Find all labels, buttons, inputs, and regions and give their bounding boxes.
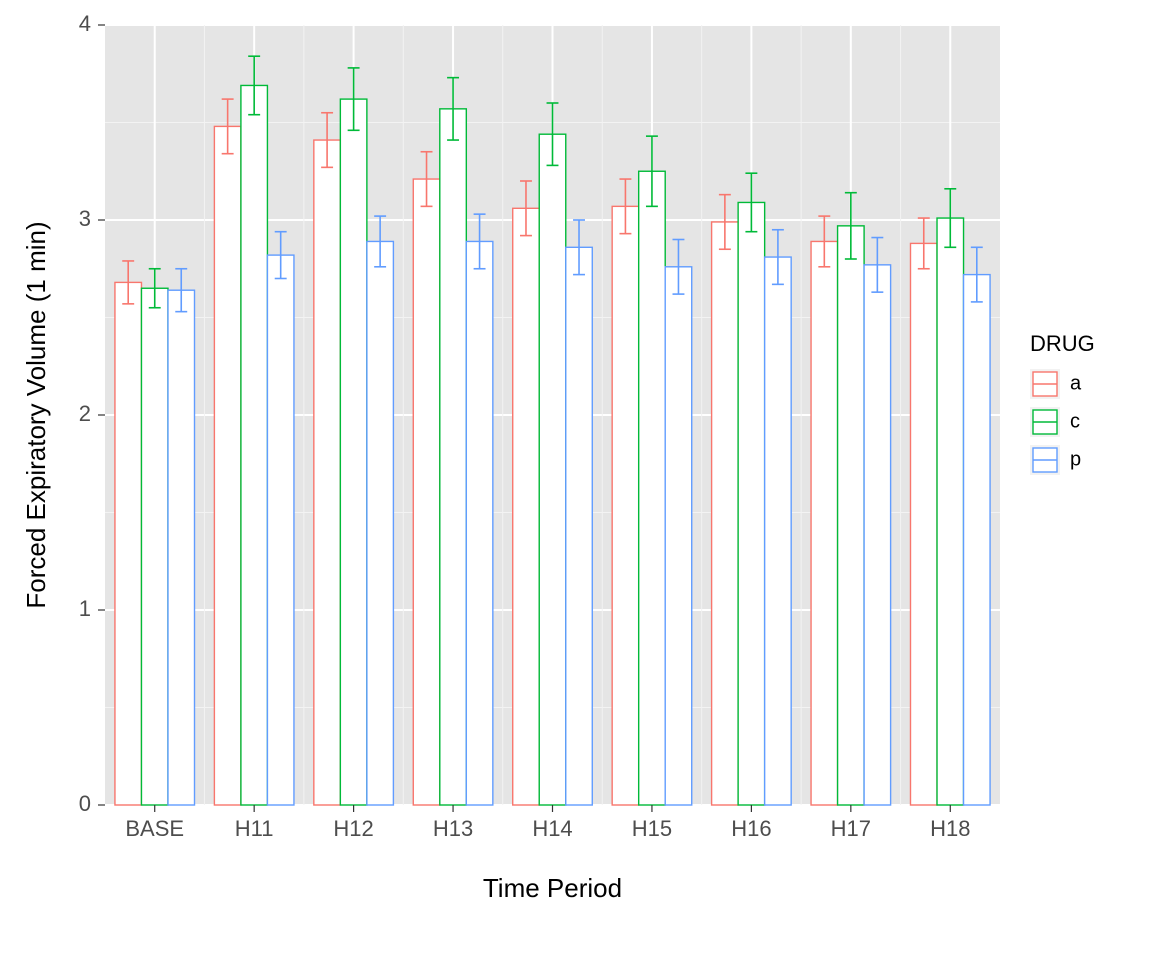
x-tick-label: BASE [125, 816, 184, 841]
bar [440, 109, 467, 805]
x-tick-label: H14 [532, 816, 572, 841]
bar [214, 126, 241, 805]
bar [241, 85, 268, 805]
bar [340, 99, 367, 805]
y-axis-title: Forced Expiratory Volume (1 min) [21, 221, 51, 608]
bar [413, 179, 440, 805]
bar [115, 282, 142, 805]
x-tick-label: H13 [433, 816, 473, 841]
bar [639, 171, 666, 805]
svg-text:4: 4 [79, 11, 91, 36]
bar [566, 247, 593, 805]
bar [911, 243, 938, 805]
x-tick-label: H12 [333, 816, 373, 841]
x-tick-label: H15 [632, 816, 672, 841]
bar [168, 290, 195, 805]
bar [712, 222, 739, 805]
bar [513, 208, 540, 805]
bar [367, 241, 394, 805]
legend-label: c [1070, 410, 1080, 432]
x-tick-label: H16 [731, 816, 771, 841]
legend-label: p [1070, 448, 1081, 470]
bar [811, 241, 838, 805]
x-tick-label: H17 [831, 816, 871, 841]
bar [612, 206, 639, 805]
chart-root: 0 1 2 3 4 BASE H11 H12 H13 H14 H15 H16 H17 H18 Time Pe… [0, 0, 1152, 960]
svg-text:0: 0 [79, 791, 91, 816]
legend-title: DRUG [1030, 331, 1095, 356]
bar [838, 226, 865, 805]
x-axis-title: Time Period [483, 873, 622, 903]
svg-text:1: 1 [79, 596, 91, 621]
x-tick-label: H18 [930, 816, 970, 841]
bar [937, 218, 964, 805]
bar [964, 275, 991, 805]
bar [466, 241, 493, 805]
svg-text:2: 2 [79, 401, 91, 426]
bar [765, 257, 792, 805]
bar [864, 265, 891, 805]
bar [738, 202, 765, 805]
bar [314, 140, 341, 805]
bar [665, 267, 692, 805]
bar [539, 134, 566, 805]
bar [267, 255, 294, 805]
legend-label: a [1070, 372, 1082, 394]
svg-text:3: 3 [79, 206, 91, 231]
bar [141, 288, 168, 805]
x-tick-label: H11 [235, 816, 274, 841]
